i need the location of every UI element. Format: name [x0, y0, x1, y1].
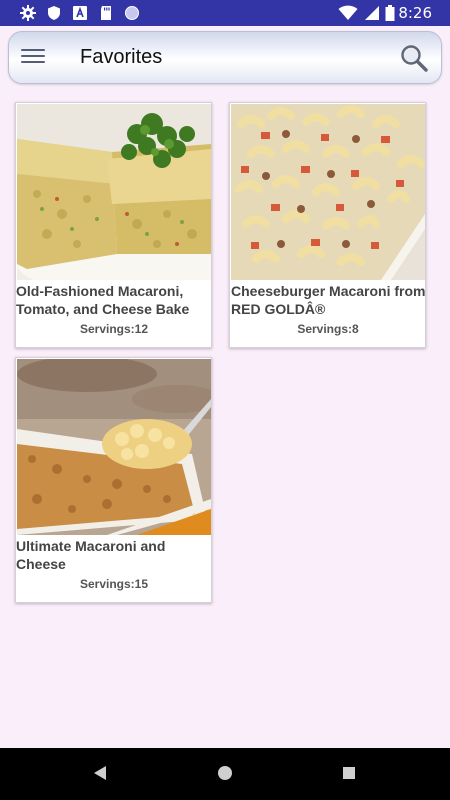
circle-icon	[125, 6, 139, 20]
recipe-servings: Servings:12	[79, 322, 149, 336]
recipe-title: Cheeseburger Macaroni from RED GOLDÂ®	[231, 283, 426, 317]
recipe-card[interactable]: Cheeseburger Macaroni from RED GOLDÂ® Se…	[229, 102, 426, 348]
status-bar: 8:26	[0, 0, 450, 26]
recipe-image	[17, 104, 211, 280]
navigation-bar	[0, 748, 450, 800]
recents-icon[interactable]	[341, 764, 357, 782]
wifi-icon	[338, 5, 358, 20]
clock: 8:26	[398, 4, 432, 22]
back-icon[interactable]	[92, 764, 108, 782]
home-icon[interactable]	[216, 764, 234, 782]
battery-icon	[385, 5, 395, 21]
signal-icon	[365, 6, 379, 20]
recipe-title: Old-Fashioned Macaroni, Tomato, and Chee…	[16, 283, 190, 317]
recipe-image	[231, 104, 425, 280]
search-icon[interactable]	[399, 43, 429, 73]
a-box-icon	[73, 6, 87, 20]
sd-card-icon	[101, 6, 111, 20]
recipe-servings: Servings:15	[79, 577, 149, 591]
app-bar: Favorites	[8, 31, 442, 84]
recipe-servings: Servings:8	[297, 322, 359, 336]
recipe-title: Ultimate Macaroni and Cheese	[16, 538, 166, 572]
shield-icon	[48, 6, 60, 20]
recipe-card[interactable]: Old-Fashioned Macaroni, Tomato, and Chee…	[15, 102, 212, 348]
recipe-card[interactable]: Ultimate Macaroni and Cheese Servings:15	[15, 357, 212, 603]
gear-icon	[20, 5, 36, 21]
recipe-image	[17, 359, 211, 535]
hamburger-menu-icon[interactable]	[21, 46, 45, 68]
page-title: Favorites	[80, 46, 163, 68]
